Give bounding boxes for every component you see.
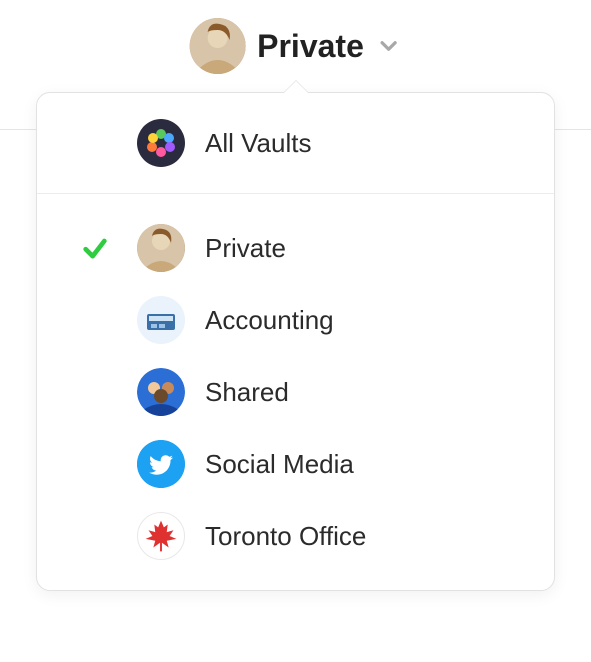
shared-icon <box>137 368 185 416</box>
vault-item-toronto-office[interactable]: Toronto Office <box>37 500 554 572</box>
all-vaults-label: All Vaults <box>205 128 311 159</box>
accounting-icon <box>137 296 185 344</box>
vault-dropdown: All Vaults Private <box>36 92 555 591</box>
vault-list: Private Accounting <box>37 194 554 572</box>
current-vault-title: Private <box>257 28 364 65</box>
vault-item-private[interactable]: Private <box>37 212 554 284</box>
vault-item-label: Accounting <box>205 305 334 336</box>
vault-item-label: Private <box>205 233 286 264</box>
chevron-down-icon <box>376 33 402 59</box>
all-vaults-icon <box>137 119 185 167</box>
vault-item-label: Social Media <box>205 449 354 480</box>
vault-item-shared[interactable]: Shared <box>37 356 554 428</box>
twitter-icon <box>137 440 185 488</box>
all-vaults-item[interactable]: All Vaults <box>37 93 554 194</box>
vault-item-accounting[interactable]: Accounting <box>37 284 554 356</box>
vault-item-label: Toronto Office <box>205 521 366 552</box>
vault-selector[interactable]: Private <box>189 18 402 74</box>
selected-check-icon <box>81 234 117 262</box>
vault-item-social-media[interactable]: Social Media <box>37 428 554 500</box>
maple-leaf-icon <box>137 512 185 560</box>
vault-item-label: Shared <box>205 377 289 408</box>
user-avatar-icon <box>137 224 185 272</box>
current-vault-avatar <box>189 18 245 74</box>
